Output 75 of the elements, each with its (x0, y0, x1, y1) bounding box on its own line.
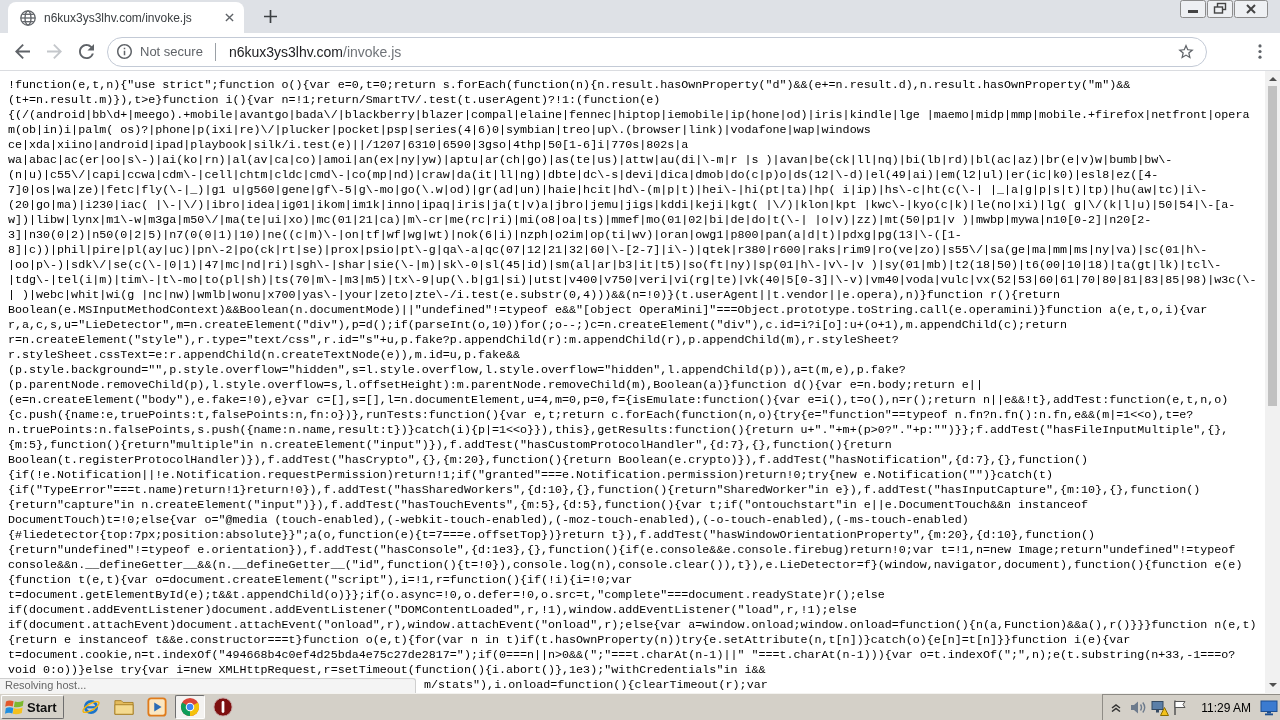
folder-icon (113, 697, 134, 717)
scrollbar[interactable] (1265, 71, 1280, 693)
code-line: {return e instanceof t&&e.constructor===t}function o(e,t){for(var n in t)if(t.hasOwnProperty(n))try{e.setAttribute(n,t[n])}catch(o){e[n]=t[n]}}function i(e){var (8, 633, 1132, 648)
scrollbar-thumb[interactable] (1268, 86, 1277, 406)
code-line: void 0:o))}else try{var i=new XMLHttpRequest,r=setTimeout(function(){i.abort()},1e3);"withCredentials"in i&& (8, 663, 767, 678)
code-line: {return"undefined"!=typeof e.orientation}),f.addTest("hasConsole",{d:1e3},{},function(){if(e.console&&e.console.firebug)return!0;var t=!1,n=new Image;return"undefined"!=typeof (8, 543, 1237, 558)
triangle-down-icon[interactable] (1268, 683, 1277, 687)
code-line: m(ob|in)i|palm( os)?|phone|p(ixi|re)\/|plucker|pocket|psp|series(4|6)0|symbian|treo|up\.(browser|link)|vodafone|wap|windows (8, 123, 872, 138)
code-line: m/stats"),i.onload=function(){clearTimeout(r);var (424, 678, 768, 693)
code-line: {#liedetector{top:7px;position:absolute}}";a(o,function(e){t=7===e.offsetTop})}return t}),f.addTest("hasWindowOrientationProperty",{m:20},{d:10},function() (8, 528, 1097, 543)
code-line: {if("TypeError"===t.name)return!1}return!0}),f.addTest("hasSharedWorkers",{d:10},{},function(){return"SharedWorker"in e}),f.addTest("hasInputCapture",{m:10},{},function() (8, 483, 1202, 498)
code-line: (p.style.background="",p.style.overflow="hidden",s=l.style.overflow,l.style.overflow="hidden",l.appendChild(p)),a=t(m,e),p.fake? (8, 363, 907, 378)
code-line: (t+=n.result.m)}),t>e}function i(){var n=!1;return/SmartTV/.test(t.userAgent)?!1:(function(e) (8, 93, 662, 108)
code-line: console&&n.__defineGetter__&&(n.__defineGetter__("id",function(){t=!0}),console.log(n),console.clear()),t}),e.LieDetector=f}(window,navigator,document),function(){function e(e) (8, 558, 1244, 573)
status-bubble: Resolving host... (0, 678, 416, 693)
code-line: wa|abac|ac(er|oo|s\-)|ai(ko|rn)|al(av|ca|co)|amoi|an(ex|ny|yw)|aptu|ar(ch|go)|as(te|us)|attw|au(di|\-m|r |s )|avan|be(ck|ll|nq)|bi(lb|rd)|bl(ac|az)|br(e|v)w|bumb|bw\- (8, 153, 1174, 168)
speaker-icon[interactable] (1130, 700, 1148, 715)
play-tile-icon (146, 697, 167, 717)
plus-icon[interactable] (264, 10, 277, 23)
star-icon[interactable] (1178, 44, 1194, 59)
code-line: t=document.cookie,n=t.indexOf("494668b4c0ef4d25bda4e75c27de2817=");if(0===n||n>0&&(";"===t.charAt(n-1)||" "===t.charAt(n-1))){var o=t.indexOf(";",n);e(t.substring(n+33,-1===o? (8, 648, 1237, 663)
reload-icon[interactable] (79, 44, 94, 59)
code-line: r=n.createElement("style"),r.type="text/css",r.id="s"+u,p.fake?p.appendChild(r):m.appendChild(r),p.appendChild(m),r.styleSheet? (8, 333, 900, 348)
code-line: ce|xda|xiino|android|ipad|playbook|silk/i.test(e)||/1207|6310|6590|3gso|4thp|50[1-6]i|770s|802s|a (8, 138, 690, 153)
code-line: {c.push({name:e,truePoints:t,falsePoints:n,fn:o})},runTests:function(){var e,t;return c.forEach(function(n,o){try{e="function"==typeof n.fn?n.fn():n.fn,e&&(m|=1<<o),t=e? (8, 408, 1195, 423)
flag-icon[interactable] (1173, 700, 1188, 715)
code-line: {return"capture"in n.createElement("input")}),f.addTest("hasTouchEvents",{m:5},{d:5},function(){var t;if("ontouchstart"in e||e.DocumentTouch&&n instanceof (8, 498, 1090, 513)
code-line: {function t(e,t){var o=document.createElement("script"),i=!1,r=function(){if(!i){i=!0;var (8, 573, 634, 588)
code-line: (n|u)|c55\/|capi|ccwa|cdm\-|cell|chtm|cldc|cmd\-|co(mp|nd)|craw|da(it|ll|ng)|dbte|dc\-s|devi|dica|dmob|do(c|p)o|ds(12|\-d)|el(49|ai)|em(l2|ul)|er(ic|k0)|esl8|ez([4- (8, 168, 1160, 183)
code-line: {m:5},function(){return"multiple"in n.createElement("input")}),f.addTest("hasCustomProtocolHandler",{d:7},{},function(){return (8, 438, 893, 453)
triangle-up-icon[interactable] (1268, 77, 1277, 81)
code-line: DocumentTouch)t=!0;else{var o="@media (touch-enabled),(-webkit-touch-enabled),(-moz-touch-enabled),(-o-touch-enabled),(-ms-touch-enabled) (8, 513, 970, 528)
code-line: (20|go|ma)|i230|iac( |\-|\/)|ibro|idea|ig01|ikom|im1k|inno|ipaq|iris|ja(t|v)a|jbro|jemu|jigs|kddi|keji|kgt( |\/)|klon|kpt |kwc\-|kyo(c|k)|le(no|xi)|lg( g|\/(k|l|u)|50|54|\-[a- (8, 198, 1237, 213)
code-line: r,a,c,s,u="LieDetector",m=n.createElement("div"),p=d();if(parseInt(o,10))for(;o--;)c=n.createElement("div"),c.id=i?i[o]:u+(o+1),m.appendChild(c);return (8, 318, 1069, 333)
code-line: if(document.attachEvent)document.attachEvent("onload",r),window.attachEvent("onload",r);else{var a=window.onload;window.onload=function(){n(a,Function)&&a(),r()}}}function n(e,t) (8, 618, 1258, 633)
minimize-icon[interactable] (1180, 0, 1206, 18)
caret-up-icon[interactable] (1111, 703, 1122, 712)
segmented-circle-icon (179, 697, 200, 717)
address-bar[interactable]: Not secure n6kux3ys3lhv.com/invoke.js (107, 36, 1207, 67)
close-icon[interactable] (225, 13, 234, 22)
code-line: |oo|p\-)|sdk\/|se(c(\-|0|1)|47|mc|nd|ri)|sgh\-|shar|sie(\-|m)|sk\-0|sl(45|id)|sm(al|ar|b3|it|t5)|so(ft|ny)|sp(01|h\-|v\-|v )|sy(01|mb)|t2(18|50)|t6(00|10|18)|ta(gt|lk)|tcl\- (8, 258, 1223, 273)
info-icon[interactable] (117, 44, 132, 59)
code-line: 8]|c))|phil|pire|pl(ay|uc)|pn\-2|po(ck|rt|se)|prox|psio|pt\-g|qa\-a|qc(07|12|21|32|60|\-[2-7]|i\-)|qtek|r380|r600|raks|rim9|ro(ve|zo)|s55\/|sa(ge|ma|mm|ms|ny|va)|sc(01|h\- (8, 243, 1209, 258)
code-line: 3]|n30(0|2)|n50(0|2|5)|n7(0(0|1)|10)|ne((c|m)\-|on|tf|wf|wg|wt)|nok(6|i)|nzph|o2im|op(ti|wv)|oran|owg1|p800|pan(a|d|t)|pdxg|pg(13|\-([1- (8, 228, 963, 243)
security-label: Not secure (140, 44, 203, 59)
code-line: Boolean(t.registerProtocolHandler)}),f.addTest("hasCrypto",{},{m:20},function(){return Boolean(e.crypto)}),f.addTest("hasNotification",{d:7},{},function() (8, 453, 1090, 468)
code-line: Boolean(e.MSInputMethodContext)&&Boolean(n.documentMode)||"undefined"!=typeof e&&"[object OperaMini]"===Object.prototype.toString.call(e.operamini)}function a(e,t,o,i){var (8, 303, 1209, 318)
close-icon[interactable] (1234, 0, 1268, 18)
code-line: {if(!e.Notification||!e.Notification.requestPermission)return!1;if("granted"===e.Notification.permission)return!0;try{new e.Notification("")}catch(t) (8, 468, 1055, 483)
bar-circle-icon (212, 697, 233, 717)
back-arrow-icon[interactable] (15, 44, 30, 59)
code-line: r.styleSheet.cssText=e:r.appendChild(n.createTextNode(e)),m.id=u,p.fake&& (8, 348, 521, 363)
code-line: 7]0|os|wa|ze)|fetc|fly(\-|_)|g1 u|g560|gene|gf\-5|g\-mo|go(\.w|od)|gr(ad|un)|haie|hcit|hd\-(m|p|t)|hei\-|hi(pt|ta)|hp( i|ip)|hs\-c|ht(c(\-| |_|a|g|p|s|t)|tp)|hu(aw|tc)|i\- (8, 183, 1209, 198)
url-text: n6kux3ys3lhv.com/invoke.js (228, 43, 402, 60)
ring-orbit-icon (80, 697, 101, 717)
code-line: |tdg\-|tel(i|m)|tim\-|t\-mo|to(pl|sh)|ts(70|m\-|m3|m5)|tx\-9|up(\.b|g1|si)|utst|v400|v750|veri|vi(rg|te)|vk(40|5[0-3]|\-v)|vm40|voda|vulc|vx(52|53|60|61|70|80|81|83|85|98)|w3c(\- (8, 273, 1258, 288)
clock[interactable]: 11:29 AM (1201, 700, 1251, 715)
code-line: t=document.getElementById(e);t&&t.appendChild(o)}};if(o.async=!0,o.defer=!0,o.src=t,"complete"===document.readyState)r();else (8, 588, 886, 603)
menu-icon[interactable] (1258, 44, 1262, 59)
four-pane-flag-icon (5, 698, 24, 716)
code-line: if(document.addEventListener)document.addEventListener("DOMContentLoaded",r,!1),window.addEventListener("load",r,!1);else (8, 603, 858, 618)
code-line: !function(e,t,n){"use strict";function o(){var e=0,t=0;return s.forEach(function(n){n.result.hasOwnProperty("d")&&(e+=n.result.d),n.result.hasOwnProperty("m")&& (8, 78, 1132, 93)
restore-icon[interactable] (1207, 0, 1233, 18)
code-line: (p.parentNode.removeChild(p),l.style.overflow=s,l.offsetHeight):m.parentNode.removeChild(m),Boolean(a)}function d(){var e=n.body;return e|| (8, 378, 984, 393)
code-line: w])|libw|lynx|m1\-w|m3ga|m50\/|ma(te|ui|xo)|mc(01|21|ca)|m\-cr|me(rc|ri)|mi(o8|oa|ts)|mmef|mo(01|02|bi|de|do|t(\-| |o|v)|zz)|mt(50|p1|v )|mwbp|mywa|n10[0-2]|n20[2- (8, 213, 1153, 228)
code-line: | )|webc|whit|wi(g |nc|nw)|wmlb|wonu|x700|yas\-|your|zeto|zte\-/i.test(e.substr(0,4)))&&(n=!0)}(t.userAgent||t.vendor||e.opera),n)}function r(){return (8, 288, 1062, 303)
taskbar-app-button[interactable] (174, 695, 205, 719)
start-button[interactable]: Start (1, 695, 64, 719)
network-warning-icon[interactable] (1151, 699, 1170, 716)
code-line: (e=n.createElement("body"),e.fake=!0),e}var c=[],s=[],l=n.documentElement,u=4,m=0,p=0,f={isEmulate:function(){var e=i(),t=o(),n=r();return n||e&&!t},addTest:function(e,t,n,o) (8, 393, 1230, 408)
monitor-icon[interactable] (1260, 699, 1278, 716)
browser-tab[interactable]: n6kux3ys3lhv.com/invoke.js (8, 2, 244, 33)
code-line: n.truePoints:n.falsePoints,s.push({name:n.name,result:t})}catch(i){p|=1<<o}}),this},getResults:function(){return u+"."+m+(p>0?"."+p:"")}};f.addTest("hasFileInputMultiple",{}, (8, 423, 1230, 438)
globe-icon (20, 9, 36, 26)
code-line: {(/(android|bb\d+|meego).+mobile|avantgo|bada\/|blackberry|blazer|compal|elaine|fennec|hiptop|iemobile|ip(hone|od)|iris|kindle|lge |maemo|midp|mmp|mobile.+firefox|netfront|opera (8, 108, 1251, 123)
